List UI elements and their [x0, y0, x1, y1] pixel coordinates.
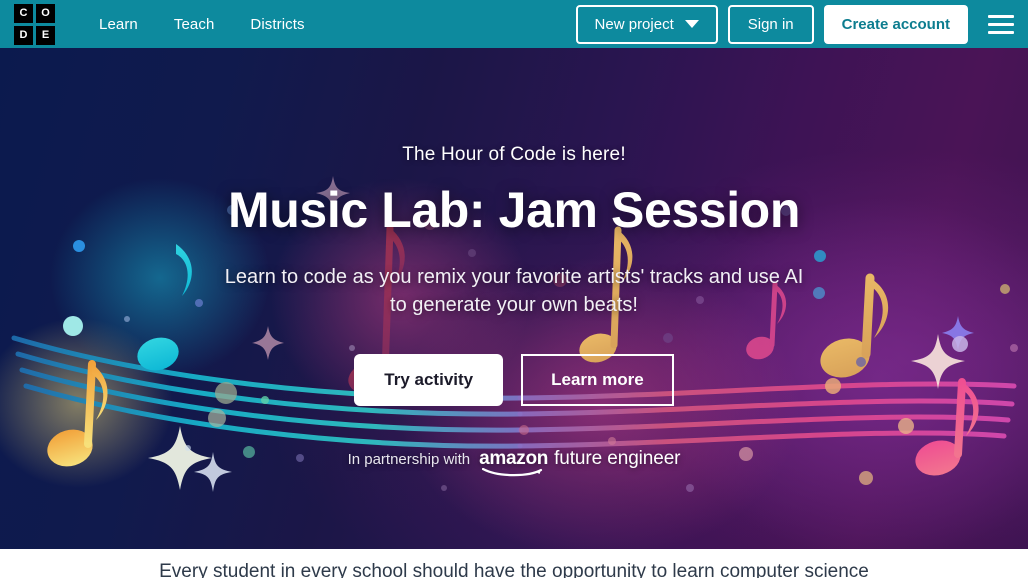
amazon-wordmark-text: amazon: [479, 447, 549, 469]
below-fold-section: Every student in every school should hav…: [0, 549, 1028, 578]
hamburger-menu-icon[interactable]: [984, 9, 1018, 39]
nav-item-teach[interactable]: Teach: [156, 10, 233, 39]
header-actions: New project Sign in Create account: [575, 4, 1018, 44]
future-engineer-wordmark: future engineer: [554, 447, 681, 469]
logo-square-e: E: [36, 25, 55, 45]
page-title: Music Lab: Jam Session: [228, 182, 800, 238]
create-account-button[interactable]: Create account: [823, 4, 968, 44]
amazon-wordmark: amazon: [479, 447, 549, 477]
logo-square-c: C: [14, 3, 33, 23]
nav-item-districts[interactable]: Districts: [232, 10, 322, 39]
hamburger-bar-1: [988, 14, 1014, 18]
amazon-future-engineer-logo: amazon future engineer: [479, 447, 681, 477]
primary-navigation: Learn Teach Districts: [81, 10, 323, 39]
hero-content: The Hour of Code is here! Music Lab: Jam…: [0, 48, 1028, 477]
new-project-label: New project: [594, 15, 674, 33]
code-dot-org-logo[interactable]: C O D E: [14, 3, 55, 45]
site-header: C O D E Learn Teach Districts New projec…: [0, 0, 1028, 48]
partnership-prefix: In partnership with: [347, 451, 471, 469]
learn-more-button[interactable]: Learn more: [521, 353, 674, 406]
mission-statement: Every student in every school should hav…: [159, 561, 869, 578]
hero-banner: The Hour of Code is here! Music Lab: Jam…: [0, 48, 1028, 549]
try-activity-button[interactable]: Try activity: [354, 353, 504, 406]
hero-cta-row: Try activity Learn more: [0, 353, 1028, 406]
logo-square-o: O: [36, 3, 55, 23]
partnership-credit: In partnership with amazon future engine…: [0, 447, 1028, 477]
hero-eyebrow: The Hour of Code is here!: [402, 144, 626, 165]
sign-in-button[interactable]: Sign in: [727, 4, 814, 44]
new-project-button[interactable]: New project: [575, 4, 718, 44]
hamburger-bar-3: [988, 30, 1014, 34]
logo-square-d: D: [14, 25, 33, 45]
chevron-down-icon: [684, 20, 699, 28]
hamburger-bar-2: [988, 22, 1014, 26]
amazon-smile-icon: [482, 467, 543, 477]
nav-item-learn[interactable]: Learn: [81, 10, 156, 39]
hero-subtitle: Learn to code as you remix your favorite…: [224, 266, 804, 317]
